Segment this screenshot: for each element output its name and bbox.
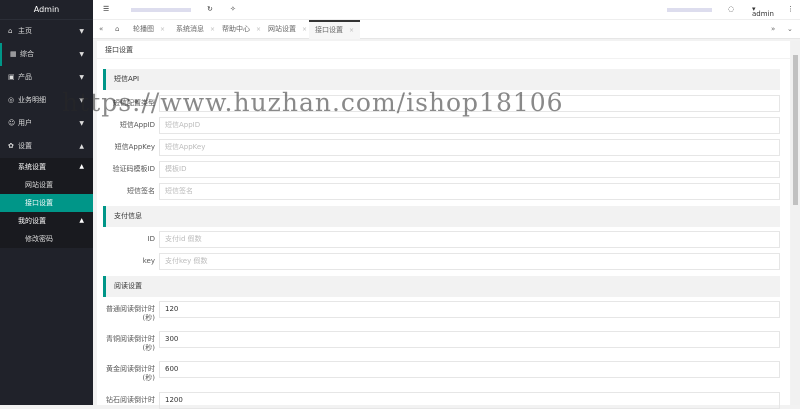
scrollbar-thumb[interactable] bbox=[793, 55, 798, 205]
sidebar-item-site-settings[interactable]: 网站设置 bbox=[0, 176, 93, 194]
chevron-down-icon: ▼ bbox=[79, 97, 84, 104]
chevron-down-icon: ▼ bbox=[79, 74, 84, 81]
sms-appid-row: 短信AppID 短信AppID bbox=[103, 117, 780, 134]
section-sms: 短信API bbox=[103, 69, 780, 90]
sidebar: Admin ⌂ 主页 ▼ ▦ 综合 ▼ ▣ 产品 ▼ ◎ 业务明细 ▼ ☺ 用户 ▼ ✿ 设置 ▲ 系统… bbox=[0, 0, 93, 405]
read-gold-row: 黄金阅读倒计时(秒) 600 bbox=[103, 361, 780, 382]
chevron-down-icon: ▼ bbox=[79, 51, 84, 58]
pay-key-input[interactable]: 支付key 假数 bbox=[159, 253, 780, 270]
chevron-up-icon: ▲ bbox=[79, 163, 84, 170]
tab-scroll-left-icon[interactable]: « bbox=[93, 20, 109, 39]
close-icon[interactable]: × bbox=[302, 26, 307, 33]
sms-appkey-input[interactable]: 短信AppKey bbox=[159, 139, 780, 156]
sms-type-row: 短信配置类型 bbox=[103, 95, 780, 112]
chevron-down-icon: ▼ bbox=[79, 120, 84, 127]
pay-id-input[interactable]: 支付id 假数 bbox=[159, 231, 780, 248]
read-normal-row: 普通阅读倒计时(秒) 120 bbox=[103, 301, 780, 322]
sms-appid-input[interactable]: 短信AppID bbox=[159, 117, 780, 134]
sidebar-item-business[interactable]: ◎ 业务明细 ▼ bbox=[0, 89, 93, 112]
read-bronze-input[interactable]: 300 bbox=[159, 331, 780, 348]
chevron-up-icon: ▲ bbox=[79, 143, 84, 150]
template-id-input[interactable]: 模板ID bbox=[159, 161, 780, 178]
section-pay: 支付信息 bbox=[103, 206, 780, 227]
blurred-info bbox=[667, 8, 712, 12]
close-icon[interactable]: × bbox=[160, 26, 165, 33]
more-icon[interactable]: ⋮ bbox=[787, 5, 794, 13]
refresh-icon[interactable]: ↻ bbox=[207, 5, 213, 13]
sidebar-item-general[interactable]: ▦ 综合 ▼ bbox=[0, 43, 93, 66]
blurred-url bbox=[131, 8, 191, 12]
close-icon[interactable]: × bbox=[210, 26, 215, 33]
sidebar-group-system[interactable]: 系统设置 ▲ bbox=[0, 158, 93, 176]
sidebar-item-users[interactable]: ☺ 用户 ▼ bbox=[0, 112, 93, 135]
close-icon[interactable]: × bbox=[349, 27, 354, 34]
chart-icon: ◎ bbox=[8, 96, 15, 104]
tab-bar: « ⌂ 轮播图 × 系统消息 × 帮助中心 × 网站设置 × 接口设置 × » ⌄ bbox=[93, 20, 800, 39]
template-id-row: 验证码模板ID 模板ID bbox=[103, 161, 780, 178]
read-normal-input[interactable]: 120 bbox=[159, 301, 780, 318]
app-logo: Admin bbox=[0, 0, 93, 20]
tab-home-icon[interactable]: ⌂ bbox=[109, 20, 125, 39]
tab-messages[interactable]: 系统消息 × bbox=[170, 20, 221, 39]
tab-scroll-right-icon[interactable]: » bbox=[765, 20, 781, 39]
sms-appkey-row: 短信AppKey 短信AppKey bbox=[103, 139, 780, 156]
read-gold-input[interactable]: 600 bbox=[159, 361, 780, 378]
user-icon: ☺ bbox=[8, 119, 16, 127]
sms-sign-row: 短信签名 短信签名 bbox=[103, 183, 780, 200]
pay-key-row: key 支付key 假数 bbox=[103, 253, 780, 270]
chevron-up-icon: ▲ bbox=[79, 217, 84, 224]
user-menu[interactable]: admin ▾ bbox=[752, 5, 774, 18]
read-diamond-input[interactable]: 1200 bbox=[159, 392, 780, 409]
grid-icon: ▦ bbox=[10, 50, 17, 58]
read-bronze-row: 青铜阅读倒计时(秒) 300 bbox=[103, 331, 780, 352]
close-icon[interactable]: × bbox=[256, 26, 261, 33]
box-icon: ▣ bbox=[8, 73, 15, 81]
sidebar-item-home[interactable]: ⌂ 主页 ▼ bbox=[0, 20, 93, 43]
sidebar-item-api-settings[interactable]: 接口设置 bbox=[0, 194, 93, 212]
section-read: 阅读设置 bbox=[103, 276, 780, 297]
tab-options-icon[interactable]: ⌄ bbox=[781, 20, 799, 39]
tab-carousel[interactable]: 轮播图 × bbox=[127, 20, 171, 39]
menu-toggle-icon[interactable]: ☰ bbox=[103, 5, 109, 13]
page-title: 接口设置 bbox=[97, 41, 790, 59]
sidebar-group-my[interactable]: 我的设置 ▲ bbox=[0, 212, 93, 230]
scrollbar[interactable] bbox=[791, 41, 800, 405]
sidebar-item-change-password[interactable]: 修改密码 bbox=[0, 230, 93, 248]
tab-api-settings[interactable]: 接口设置 × bbox=[309, 20, 361, 39]
sidebar-item-products[interactable]: ▣ 产品 ▼ bbox=[0, 66, 93, 89]
tab-site-settings[interactable]: 网站设置 × bbox=[262, 20, 313, 39]
theme-icon[interactable]: ◌ bbox=[728, 5, 734, 13]
read-diamond-row: 钻石阅读倒计时 1200 bbox=[103, 392, 780, 409]
sms-type-input[interactable] bbox=[159, 95, 780, 112]
sms-sign-input[interactable]: 短信签名 bbox=[159, 183, 780, 200]
gear-icon: ✿ bbox=[8, 142, 14, 150]
pay-id-row: ID 支付id 假数 bbox=[103, 231, 780, 248]
broom-icon[interactable]: ✧ bbox=[230, 5, 236, 13]
chevron-down-icon: ▼ bbox=[79, 28, 84, 35]
top-bar: ☰ ↻ ✧ ◌ admin ▾ ⋮ bbox=[93, 0, 800, 20]
sidebar-item-settings[interactable]: ✿ 设置 ▲ bbox=[0, 135, 93, 158]
settings-panel: 接口设置 短信API 短信配置类型 短信AppID 短信AppID 短信AppKe… bbox=[97, 41, 790, 409]
home-icon: ⌂ bbox=[8, 27, 13, 35]
tab-help[interactable]: 帮助中心 × bbox=[216, 20, 267, 39]
